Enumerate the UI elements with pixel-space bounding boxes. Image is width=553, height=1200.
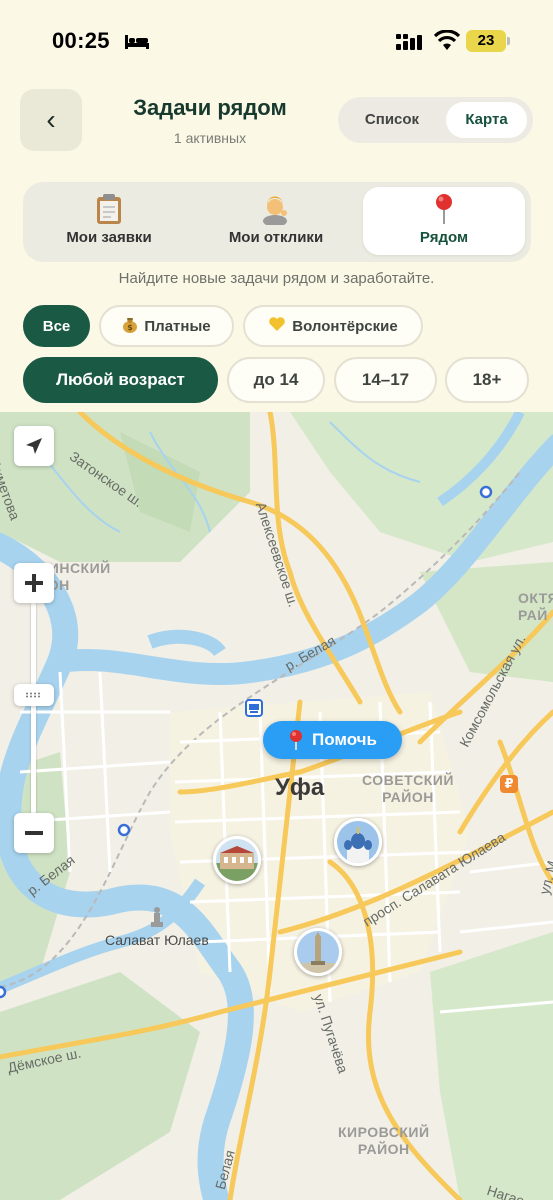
active-count: 1 активных <box>173 130 247 146</box>
task-photo-marker-building[interactable] <box>213 836 261 884</box>
status-time: 00:25 <box>52 28 110 53</box>
age-under-14-chip[interactable]: до 14 <box>227 357 325 403</box>
age-14-17-chip[interactable]: 14–17 <box>334 357 437 403</box>
pin-icon <box>363 193 525 225</box>
railway-station-icon[interactable] <box>245 699 263 717</box>
age-18-plus-chip[interactable]: 18+ <box>445 357 529 403</box>
map-view[interactable]: Затонское ш. Алексеевское ш. р. Белая р.… <box>0 412 553 1200</box>
page-title: Задачи рядом <box>133 95 287 120</box>
age-any-label: Любой возраст <box>56 370 185 389</box>
help-marker-button[interactable]: Помочь <box>263 721 402 759</box>
battery-tip <box>507 37 510 45</box>
district-kirovsky: КИРОВСКИЙ РАЙОН <box>338 1124 430 1157</box>
money-bag-icon: $ <box>122 315 138 337</box>
tab-my-requests[interactable]: Мои заявки <box>29 187 189 255</box>
monument-photo-icon <box>297 931 339 973</box>
tab-nearby[interactable]: Рядом <box>363 187 525 255</box>
hint-text: Найдите новые задачи рядом и заработайте… <box>118 270 435 287</box>
location-arrow-icon <box>26 438 42 454</box>
age-14-17-label: 14–17 <box>361 370 410 389</box>
section-tabs: Мои заявки Мои отклики Рядом <box>23 182 531 262</box>
filter-paid-chip[interactable]: $ Платные <box>99 305 234 347</box>
age-any-chip[interactable]: Любой возраст <box>23 357 218 403</box>
tab-nearby-label: Рядом <box>419 229 469 246</box>
status-bar: 00:25 23 <box>0 0 553 84</box>
view-toggle: Список Карта <box>338 97 533 143</box>
map-view-button[interactable]: Карта <box>446 102 527 138</box>
battery-indicator: 23 <box>466 30 506 52</box>
plus-icon <box>25 574 43 592</box>
monument-poi[interactable]: Салават Юлаев <box>105 906 209 950</box>
clipboard-icon <box>29 193 189 225</box>
wifi-icon <box>434 30 460 50</box>
svg-text:$: $ <box>128 323 134 332</box>
ruble-poi-icon[interactable]: ₽ <box>500 775 518 793</box>
monument-label: Салават Юлаев <box>105 932 209 948</box>
filter-paid-label: Платные <box>144 317 211 335</box>
church-photo-icon <box>337 821 379 863</box>
task-photo-marker-monument[interactable] <box>294 928 342 976</box>
list-view-button[interactable]: Список <box>346 102 438 138</box>
tab-my-responses[interactable]: Мои отклики <box>193 187 359 255</box>
zoom-slider-track[interactable] <box>31 602 36 822</box>
my-location-button[interactable] <box>14 426 54 466</box>
minus-icon <box>25 831 43 835</box>
red-pin-icon <box>289 730 302 750</box>
back-button[interactable]: ‹ <box>20 89 82 151</box>
filter-all-label: Все <box>42 317 71 335</box>
grip-icon <box>26 692 40 698</box>
building-photo-icon <box>216 839 258 881</box>
tab-my-responses-label: Мои отклики <box>228 229 324 246</box>
district-sovetsky: СОВЕТСКИЙ РАЙОН <box>362 772 454 805</box>
district-oktyabrsky: ОКТЯ РАЙ <box>518 590 553 623</box>
sleep-focus-icon <box>125 35 149 49</box>
city-label: Уфа <box>275 774 325 801</box>
tab-my-requests-label: Мои заявки <box>66 229 152 246</box>
age-under-14-label: до 14 <box>253 370 299 389</box>
age-18-plus-label: 18+ <box>472 370 502 389</box>
monument-icon <box>150 907 163 927</box>
zoom-out-button[interactable] <box>14 813 54 853</box>
cellular-signal-icon <box>396 34 422 50</box>
zoom-in-button[interactable] <box>14 563 54 603</box>
yellow-heart-icon <box>268 316 286 336</box>
person-icon <box>193 193 359 227</box>
filter-all-chip[interactable]: Все <box>23 305 90 347</box>
filter-volunteer-chip[interactable]: Волонтёрские <box>243 305 423 347</box>
help-marker-label: Помочь <box>311 730 377 749</box>
zoom-slider-handle[interactable] <box>14 684 54 706</box>
filter-volunteer-label: Волонтёрские <box>292 317 398 335</box>
task-photo-marker-church[interactable] <box>334 818 382 866</box>
